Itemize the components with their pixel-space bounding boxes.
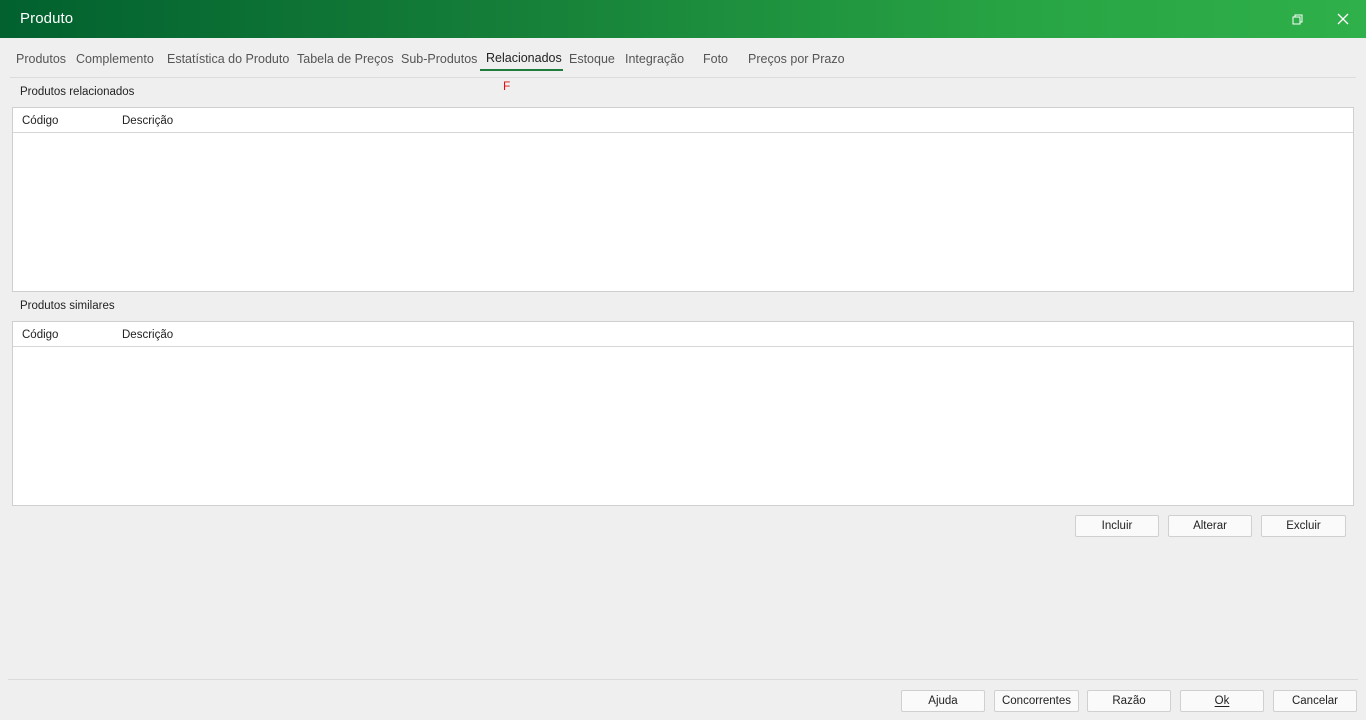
window-title: Produto — [20, 10, 74, 27]
column-header-description[interactable]: Descrição — [122, 329, 173, 341]
tab-integracao[interactable]: Integração — [625, 52, 684, 66]
competitors-button[interactable]: Concorrentes — [994, 690, 1079, 712]
tab-precos-por-prazo[interactable]: Preços por Prazo — [748, 52, 845, 66]
grid-body[interactable] — [13, 347, 1353, 505]
active-tab-indicator — [480, 69, 563, 71]
tabs-divider — [10, 77, 1356, 78]
ratio-button[interactable]: Razão — [1087, 690, 1171, 712]
tab-foto[interactable]: Foto — [703, 52, 728, 66]
tab-bar: Produtos Complemento Estatística do Prod… — [0, 48, 1366, 78]
close-button[interactable] — [1320, 0, 1366, 38]
related-products-title: Produtos relacionados — [20, 86, 135, 98]
tab-tabela-de-precos[interactable]: Tabela de Preços — [297, 52, 394, 66]
tab-estatistica-do-produto[interactable]: Estatística do Produto — [167, 52, 289, 66]
ok-button[interactable]: Ok — [1180, 690, 1264, 712]
tab-produtos[interactable]: Produtos — [16, 52, 66, 66]
shortcut-hint: F — [503, 79, 511, 93]
tab-estoque[interactable]: Estoque — [569, 52, 615, 66]
cancel-button[interactable]: Cancelar — [1273, 690, 1357, 712]
similar-products-title: Produtos similares — [20, 300, 115, 312]
related-products-grid[interactable]: Código Descrição — [12, 107, 1354, 292]
tab-relacionados[interactable]: Relacionados — [486, 51, 562, 65]
alter-button[interactable]: Alterar — [1168, 515, 1252, 537]
similar-products-grid[interactable]: Código Descrição — [12, 321, 1354, 506]
ok-button-label: Ok — [1214, 695, 1230, 707]
cancel-button-label: Cancelar — [1291, 695, 1339, 707]
close-icon — [1337, 13, 1349, 25]
help-button[interactable]: Ajuda — [901, 690, 985, 712]
column-header-code[interactable]: Código — [22, 329, 58, 341]
grid-header: Código Descrição — [13, 322, 1353, 347]
include-button[interactable]: Incluir — [1075, 515, 1159, 537]
column-header-description[interactable]: Descrição — [122, 115, 173, 127]
grid-header: Código Descrição — [13, 108, 1353, 133]
restore-button[interactable] — [1274, 0, 1320, 38]
tab-sub-produtos[interactable]: Sub-Produtos — [401, 52, 477, 66]
grid-body[interactable] — [13, 133, 1353, 291]
column-header-code[interactable]: Código — [22, 115, 58, 127]
tab-complemento[interactable]: Complemento — [76, 52, 154, 66]
title-bar: Produto — [0, 0, 1366, 38]
delete-button[interactable]: Excluir — [1261, 515, 1346, 537]
footer-divider — [8, 679, 1358, 680]
restore-icon — [1292, 14, 1302, 24]
